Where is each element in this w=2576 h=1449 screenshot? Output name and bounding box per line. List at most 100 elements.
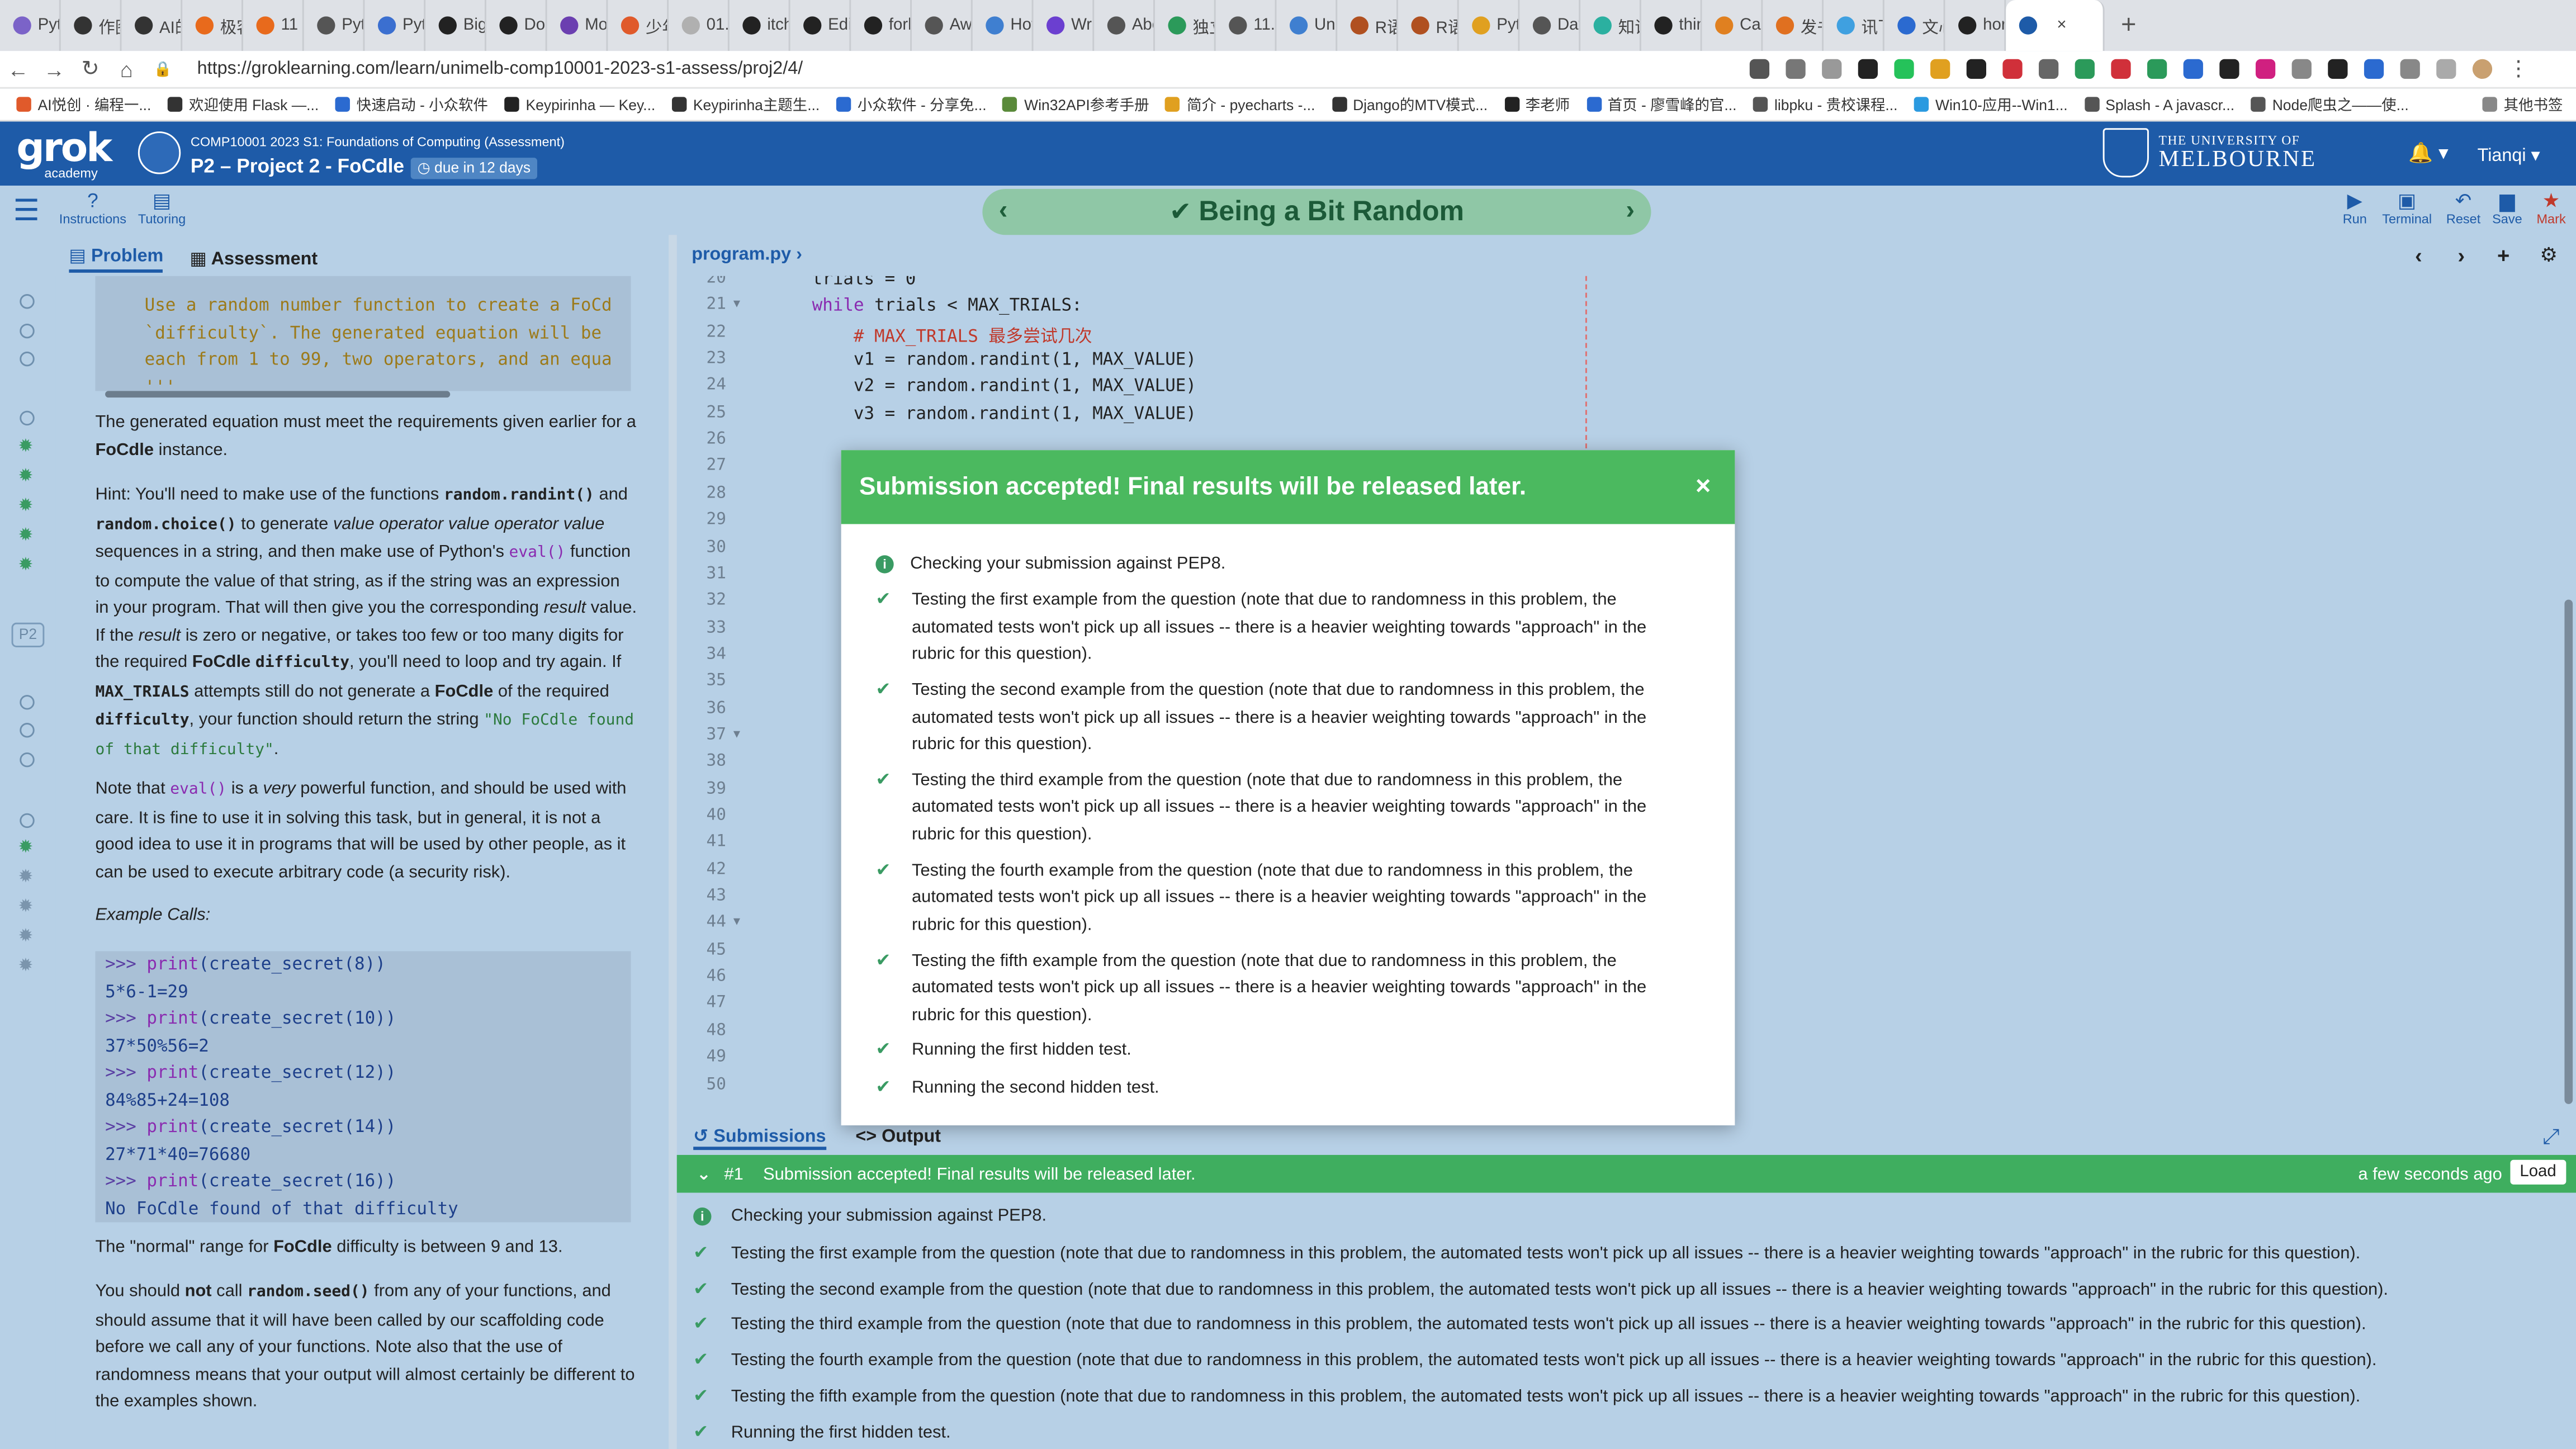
- kebab-menu-icon[interactable]: ⋮: [2501, 56, 2537, 82]
- extension-icon[interactable]: [2075, 59, 2095, 79]
- browser-tab[interactable]: AI的: [121, 0, 183, 51]
- bookmark-item[interactable]: Django的MTV模式...: [1331, 94, 1488, 115]
- browser-tab[interactable]: Pyt: [0, 0, 61, 51]
- panel-divider[interactable]: [669, 235, 677, 1449]
- browser-tab[interactable]: Big: [425, 0, 486, 51]
- gear-icon[interactable]: ✹: [18, 898, 36, 917]
- submission-header[interactable]: ⌄ #1 Submission accepted! Final results …: [676, 1154, 2576, 1193]
- puzzle-icon[interactable]: [2400, 59, 2420, 79]
- extension-icon[interactable]: [2328, 59, 2348, 79]
- gear-icon[interactable]: ✹: [18, 927, 36, 946]
- file-tab-program[interactable]: program.py ›: [692, 245, 802, 264]
- completed-gear-icon[interactable]: ✹: [18, 556, 36, 575]
- browser-tab[interactable]: 文心: [1884, 0, 1945, 51]
- extension-icon[interactable]: [2147, 59, 2167, 79]
- user-menu[interactable]: Tianqi ▾: [2478, 145, 2540, 166]
- browser-tab[interactable]: 知识: [1580, 0, 1641, 51]
- browser-tab[interactable]: Car: [1702, 0, 1763, 51]
- github-icon[interactable]: [2219, 59, 2239, 79]
- url-field[interactable]: https://groklearning.com/learn/unimelb-c…: [197, 59, 1741, 79]
- tab-close-icon[interactable]: ×: [2057, 16, 2066, 34]
- browser-tab[interactable]: R语: [1337, 0, 1398, 51]
- fold-arrow-icon[interactable]: ▼: [731, 300, 742, 311]
- fold-arrow-icon[interactable]: ▼: [731, 730, 742, 741]
- reset-button[interactable]: ↶ Reset: [2446, 190, 2480, 226]
- current-gear-icon[interactable]: ✹: [18, 839, 36, 858]
- browser-tab[interactable]: 11 |: [243, 0, 304, 51]
- chevron-down-icon[interactable]: ⌄: [697, 1164, 711, 1183]
- browser-tab[interactable]: 11.4: [1216, 0, 1277, 51]
- slide-dot[interactable]: [20, 695, 35, 710]
- translate-icon[interactable]: [1749, 59, 1770, 79]
- browser-tab[interactable]: Abc: [1094, 0, 1155, 51]
- browser-tab[interactable]: itch: [730, 0, 790, 51]
- bookmark-item[interactable]: 首页 - 廖雪峰的官...: [1586, 94, 1736, 115]
- bookmark-item[interactable]: 李老师: [1504, 94, 1570, 115]
- add-file-icon[interactable]: +: [2497, 243, 2509, 268]
- close-icon[interactable]: ×: [1696, 473, 1711, 503]
- browser-tab[interactable]: How: [973, 0, 1034, 51]
- bookmark-item[interactable]: Keypirinha — Key...: [504, 96, 655, 112]
- prev-slide-icon[interactable]: ‹: [999, 197, 1008, 227]
- slide-dot[interactable]: [20, 752, 35, 768]
- bookmark-item[interactable]: 小众软件 - 分享免...: [836, 94, 987, 115]
- extension-icon[interactable]: [2255, 59, 2276, 79]
- bookmark-item[interactable]: Node爬虫之——使...: [2251, 94, 2409, 115]
- slide-dot[interactable]: [20, 410, 35, 426]
- course-name[interactable]: COMP10001 2023 S1: Foundations of Comput…: [191, 135, 565, 149]
- new-tab-icon[interactable]: +: [2105, 11, 2153, 40]
- reload-icon[interactable]: ↻: [72, 56, 108, 82]
- browser-tab[interactable]: fork: [851, 0, 912, 51]
- bookmark-item[interactable]: AI悦创 · 编程一...: [16, 94, 151, 115]
- gear-icon[interactable]: ✹: [18, 957, 36, 976]
- share-icon[interactable]: [1786, 59, 1806, 79]
- bookmark-item[interactable]: Win10-应用--Win1...: [1914, 94, 2068, 115]
- browser-tab[interactable]: Writ: [1033, 0, 1095, 51]
- browser-tab[interactable]: 少年: [608, 0, 669, 51]
- section-p2-badge[interactable]: P2: [11, 622, 45, 647]
- forward-icon[interactable]: →: [36, 56, 73, 81]
- extension-icon[interactable]: [2291, 59, 2312, 79]
- menu-list-icon[interactable]: ☰: [13, 196, 40, 225]
- completed-gear-icon[interactable]: ✹: [18, 438, 36, 457]
- tab-problem[interactable]: ▤ Problem: [69, 244, 164, 272]
- extension-icon[interactable]: [1930, 59, 1950, 79]
- browser-tab[interactable]: Pyt: [1459, 0, 1520, 51]
- browser-tab[interactable]: Awe: [912, 0, 973, 51]
- extension-icon[interactable]: [2111, 59, 2131, 79]
- prev-file-icon[interactable]: ‹: [2415, 243, 2422, 268]
- extension-icon[interactable]: [1894, 59, 1914, 79]
- terminal-button[interactable]: ▣ Terminal: [2382, 190, 2432, 226]
- browser-tab[interactable]: Mor: [547, 0, 608, 51]
- completed-gear-icon[interactable]: ✹: [18, 467, 36, 486]
- browser-tab[interactable]: Unit: [1276, 0, 1338, 51]
- editor-scrollbar[interactable]: [2564, 599, 2573, 1104]
- extension-icon[interactable]: [2039, 59, 2059, 79]
- browser-tab[interactable]: Day: [1519, 0, 1581, 51]
- slide-dot[interactable]: [20, 813, 35, 828]
- slide-dot[interactable]: [20, 351, 35, 367]
- profile-avatar[interactable]: [2472, 59, 2493, 79]
- expand-icon[interactable]: ⤢: [2542, 1124, 2560, 1150]
- run-button[interactable]: ▶ Run: [2343, 190, 2367, 226]
- mark-button[interactable]: ★ Mark: [2536, 190, 2565, 226]
- completed-gear-icon[interactable]: ✹: [18, 527, 36, 545]
- tab-assessment[interactable]: ▦ Assessment: [190, 247, 318, 268]
- browser-tab[interactable]: Doi: [486, 0, 547, 51]
- browser-tab[interactable]: 极客: [182, 0, 243, 51]
- extension-icon[interactable]: [1858, 59, 1878, 79]
- browser-tab[interactable]: Pyt: [364, 0, 426, 51]
- bookmark-item[interactable]: 快速启动 - 小众软件: [335, 94, 488, 115]
- slide-dot[interactable]: [20, 323, 35, 339]
- browser-tab[interactable]: R语: [1398, 0, 1459, 51]
- browser-tab[interactable]: 独立: [1155, 0, 1216, 51]
- tab-output[interactable]: <> Output: [855, 1127, 941, 1147]
- bookmark-star-icon[interactable]: [1822, 59, 1842, 79]
- notification-bell-icon[interactable]: 🔔 ▾: [2408, 141, 2448, 164]
- tutoring-button[interactable]: ▤ Tutoring: [138, 190, 186, 226]
- bookmark-item[interactable]: libpku - 贵校课程...: [1753, 94, 1897, 115]
- completed-gear-icon[interactable]: ✹: [18, 497, 36, 515]
- extension-icon[interactable]: [1966, 59, 1986, 79]
- slide-dot[interactable]: [20, 723, 35, 738]
- browser-tab[interactable]: 01.8: [669, 0, 730, 51]
